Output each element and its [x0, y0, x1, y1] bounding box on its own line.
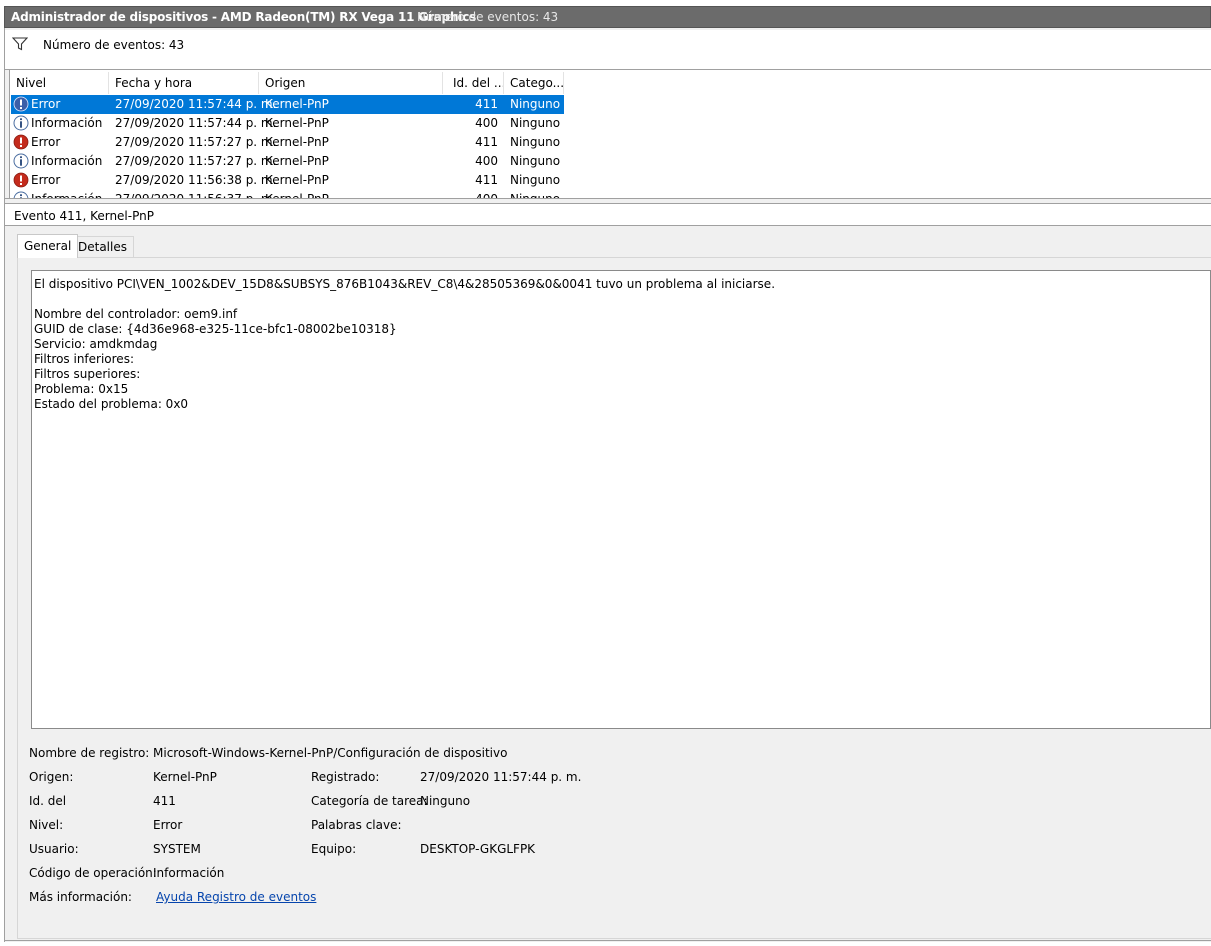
cell-category: Ninguno [510, 135, 561, 149]
description-line: Problema: 0x15 [34, 382, 129, 396]
source-label: Origen: [29, 770, 74, 784]
event-id-label: Id. del [29, 794, 67, 808]
logged-label: Registrado: [311, 770, 380, 784]
cell-level: Información [31, 154, 103, 168]
cell-date: 27/09/2020 11:57:44 p. m. [115, 116, 277, 130]
cell-date: 27/09/2020 11:57:27 p. m. [115, 135, 277, 149]
task-category-label: Categoría de tarea: [311, 794, 428, 808]
cell-source: Kernel-PnP [265, 173, 329, 187]
description-line: Estado del problema: 0x0 [34, 397, 189, 411]
computer-value: DESKTOP-GKGLFPK [420, 842, 536, 856]
user-label: Usuario: [29, 842, 79, 856]
cell-level: Información [31, 116, 103, 130]
cell-id: 411 [475, 97, 498, 111]
event-id-value: 411 [153, 794, 176, 808]
detail-title: Evento 411, Kernel-PnP [14, 209, 154, 223]
cell-level: Error [31, 135, 61, 149]
info-icon [13, 191, 29, 198]
description-line: Filtros inferiores: [34, 352, 134, 366]
cell-level: Error [31, 173, 61, 187]
table-row[interactable]: Información 27/09/2020 11:57:44 p. m. Kern… [11, 114, 564, 133]
cell-id: 400 [475, 116, 498, 130]
table-row[interactable]: Error 27/09/2020 11:57:27 p. m. Kernel-PnP… [11, 133, 564, 152]
tab-detalles[interactable]: Detalles [71, 236, 134, 257]
task-category-value: Ninguno [420, 794, 471, 808]
cell-source: Kernel-PnP [265, 154, 329, 168]
cell-source: Kernel-PnP [265, 97, 329, 111]
log-name-value: Microsoft-Windows-Kernel-PnP/Configuraci… [153, 746, 508, 760]
more-info-link[interactable]: Ayuda Registro de eventos [156, 890, 316, 904]
cell-source: Kernel-PnP [265, 116, 329, 130]
cell-category: Ninguno [510, 154, 561, 168]
description-box[interactable] [31, 270, 1211, 729]
cell-category: Ninguno [510, 173, 561, 187]
description-line: GUID de clase: {4d36e968-e325-11ce-bfc1-… [34, 322, 397, 336]
keywords-label: Palabras clave: [311, 818, 402, 832]
cell-category: Ninguno [510, 97, 561, 111]
detail-header [5, 204, 1211, 226]
user-value: SYSTEM [153, 842, 201, 856]
description-line: Filtros superiores: [34, 367, 141, 381]
description-line: Nombre del controlador: oem9.inf [34, 307, 238, 321]
table-row[interactable]: Información 27/09/2020 11:57:27 p. m. Kern… [11, 152, 564, 171]
error-icon [13, 96, 29, 112]
description-line: Servicio: amdkmdag [34, 337, 158, 351]
cell-date: 27/09/2020 11:57:44 p. m. [115, 97, 277, 111]
computer-label: Equipo: [311, 842, 357, 856]
logged-value: 27/09/2020 11:57:44 p. m. [420, 770, 582, 784]
log-name-label: Nombre de registro: [29, 746, 150, 760]
cell-date: 27/09/2020 11:57:27 p. m. [115, 154, 277, 168]
cell-level: Error [31, 97, 61, 111]
cell-category: Ninguno [510, 116, 561, 130]
error-icon [13, 172, 29, 188]
bottom-border [5, 940, 1211, 941]
level-label: Nivel: [29, 818, 64, 832]
cell-source: Kernel-PnP [265, 135, 329, 149]
description-line: El dispositivo PCI\VEN_1002&DEV_15D8&SUB… [34, 277, 776, 291]
tab-general[interactable]: General [17, 234, 79, 258]
more-info-label: Más información: [29, 890, 132, 904]
event-rows: Error 27/09/2020 11:57:44 p. m. Kernel-PnP… [0, 0, 1211, 198]
table-row[interactable]: Error 27/09/2020 11:57:44 p. m. Kernel-PnP… [11, 95, 564, 114]
opcode-value: Información [153, 866, 225, 880]
table-row[interactable]: Error 27/09/2020 11:56:38 p. m. Kernel-PnP… [11, 171, 564, 190]
opcode-label: Código de operación: [29, 866, 157, 880]
info-icon [13, 153, 29, 169]
cell-id: 400 [475, 154, 498, 168]
table-row[interactable]: Información27/09/2020 11:56:37 p. m.Kern… [11, 190, 564, 198]
cell-date: 27/09/2020 11:56:38 p. m. [115, 173, 277, 187]
error-icon [13, 134, 29, 150]
source-value: Kernel-PnP [153, 770, 217, 784]
cell-id: 411 [475, 135, 498, 149]
level-value: Error [153, 818, 183, 832]
info-icon [13, 115, 29, 131]
cell-id: 411 [475, 173, 498, 187]
